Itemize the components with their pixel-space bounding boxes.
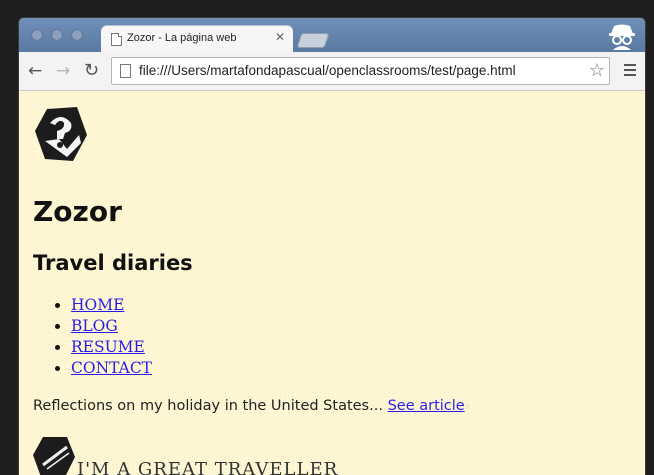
site-subtitle: Travel diaries [33,251,193,275]
new-tab-button[interactable] [296,33,330,48]
back-button[interactable]: ← [28,61,42,81]
hamburger-menu-icon[interactable] [624,64,636,79]
nav-item-home: HOME [71,295,152,316]
browser-toolbar: ← → ↻ file:///Users/martafondapascual/op… [19,52,645,91]
article-text: Reflections on my holiday in the United … [33,398,383,414]
url-text[interactable]: file:///Users/martafondapascual/openclas… [139,63,516,78]
reload-icon: ↻ [84,60,100,81]
browser-window: Zozor - La página web ✕ ← → ↻ file:///Us… [19,18,645,475]
arrow-icon: › [464,398,471,414]
tab-strip: Zozor - La página web ✕ [19,18,645,52]
nav-link-contact[interactable]: CONTACT [71,359,152,377]
document-icon [111,33,122,46]
see-article-link[interactable]: See article [388,398,465,414]
section-heading: I'M A GREAT TRAVELLER [77,459,339,475]
address-bar[interactable]: file:///Users/martafondapascual/openclas… [111,57,610,85]
forward-button[interactable]: → [56,61,70,81]
article-teaser: Reflections on my holiday in the United … [33,398,471,414]
nav-item-contact: CONTACT [71,358,152,379]
tab-title: Zozor - La página web [127,32,237,44]
tab-close-button[interactable]: ✕ [275,30,285,44]
reload-button[interactable]: ↻ [84,61,99,81]
maximize-window-button[interactable] [71,29,83,41]
page-content: Zozor Travel diaries HOME BLOG RESUME CO… [19,91,645,475]
document-icon [120,64,131,78]
arrow-left-icon: ← [28,61,43,81]
nav-link-home[interactable]: HOME [71,296,124,314]
browser-tab[interactable]: Zozor - La página web ✕ [101,26,293,52]
nav-item-blog: BLOG [71,316,152,337]
star-icon[interactable]: ☆ [589,60,605,81]
nav-link-resume[interactable]: RESUME [71,338,145,356]
arrow-right-icon: → [56,61,71,81]
site-title: Zozor [33,195,122,228]
minimize-window-button[interactable] [51,29,63,41]
nav-item-resume: RESUME [71,337,152,358]
traveller-badge-icon [33,437,75,475]
main-nav: HOME BLOG RESUME CONTACT [33,295,152,379]
nav-link-blog[interactable]: BLOG [71,317,118,335]
zozor-logo-icon [35,107,87,161]
incognito-icon [609,24,635,50]
close-window-button[interactable] [31,29,43,41]
